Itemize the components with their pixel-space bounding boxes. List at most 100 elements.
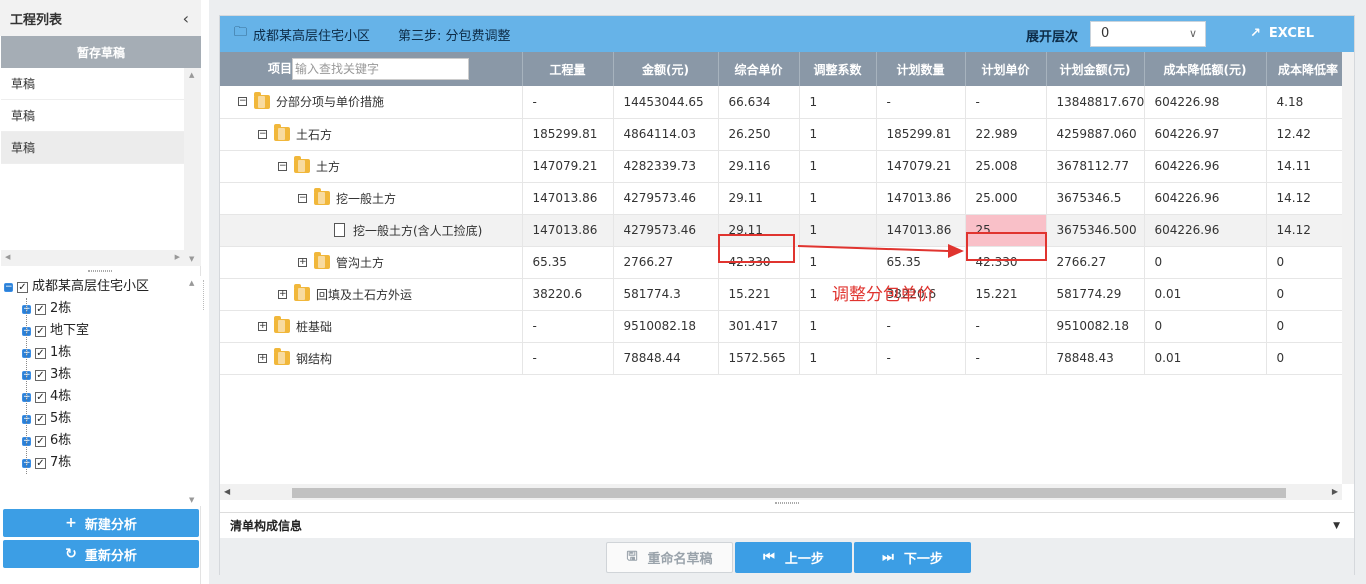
new-analysis-button[interactable]: + 新建分析 — [3, 509, 199, 537]
tree-node[interactable]: + ✓ 4栋 — [4, 386, 184, 408]
scroll-down-icon[interactable]: ▼ — [189, 255, 194, 263]
tree-node[interactable]: + ✓ 6栋 — [4, 430, 184, 452]
checkbox-checked-icon[interactable]: ✓ — [35, 391, 46, 403]
reanalyze-button[interactable]: ↻ 重新分析 — [3, 540, 199, 568]
cell-plan-price[interactable]: 15.221 — [965, 278, 1047, 311]
cell-coef[interactable]: 1 — [799, 86, 877, 119]
cell-unit-price[interactable]: 1572.565 — [718, 342, 800, 375]
export-excel-button[interactable]: ↗ EXCEL — [1250, 26, 1314, 41]
cell-item[interactable]: − 挖一般土方 — [220, 182, 523, 215]
column-header[interactable]: 计划数量 — [876, 52, 966, 86]
draft-item[interactable]: 草稿 — [1, 132, 184, 164]
tree-node[interactable]: + ✓ 地下室 — [4, 320, 184, 342]
cell-unit-price[interactable]: 26.250 — [718, 118, 800, 151]
column-header[interactable]: 工程量 — [522, 52, 614, 86]
caret-down-icon[interactable]: ▼ — [1333, 521, 1340, 531]
cell-item[interactable]: − 分部分项与单价措施 — [220, 86, 523, 119]
expand-icon[interactable]: + — [258, 353, 267, 363]
expand-level-select[interactable]: 0 ∨ — [1090, 21, 1206, 47]
cell-plan-price[interactable]: 25.008 — [965, 150, 1047, 183]
table-row[interactable]: − 土方 147079.21 4282339.73 29.116 1 147079.21 25… — [220, 150, 1342, 183]
collapse-icon[interactable]: − — [238, 97, 247, 107]
cell-plan-price[interactable]: - — [965, 86, 1047, 119]
cell-plan-price[interactable]: - — [965, 310, 1047, 343]
cell-unit-price[interactable]: 15.221 — [718, 278, 800, 311]
checkbox-checked-icon[interactable]: ✓ — [35, 435, 46, 447]
tree-node[interactable]: + ✓ 1栋 — [4, 342, 184, 364]
tree-node[interactable]: + ✓ 5栋 — [4, 408, 184, 430]
table-row[interactable]: − 挖一般土方 147013.86 4279573.46 29.11 1 147013.86… — [220, 182, 1342, 215]
cell-plan-price[interactable]: 22.989 — [965, 118, 1047, 151]
cell-unit-price[interactable]: 29.116 — [718, 150, 800, 183]
column-header[interactable]: 计划金额(元) — [1046, 52, 1145, 86]
rename-draft-button[interactable]: 🖫 重命名草稿 — [606, 542, 733, 573]
column-header[interactable]: 成本降低率 — [1266, 52, 1342, 86]
cell-item[interactable]: − 土方 — [220, 150, 523, 183]
cell-unit-price[interactable]: 301.417 — [718, 310, 800, 343]
table-row[interactable]: + 钢结构 -78848.44 1572.565 1- -78848.43 0.01 0 — [220, 342, 1342, 375]
cell-plan-price[interactable]: 25.000 — [965, 182, 1047, 215]
cell-coef[interactable]: 1 — [799, 182, 877, 215]
vertical-splitter[interactable] — [203, 280, 207, 310]
column-header[interactable]: 计划单价 — [965, 52, 1047, 86]
cell-coef[interactable]: 1 — [799, 310, 877, 343]
cell-item[interactable]: + 钢结构 — [220, 342, 523, 375]
table-row[interactable]: + 桩基础 -9510082.18 301.417 1- -9510082.18 0 0 — [220, 310, 1342, 343]
column-header[interactable]: 成本降低额(元) — [1144, 52, 1267, 86]
table-row[interactable]: − 土石方 185299.81 4864114.03 26.250 1 185299.81 2… — [220, 118, 1342, 151]
cell-item[interactable]: + 桩基础 — [220, 310, 523, 343]
column-header[interactable]: 金额(元) — [613, 52, 719, 86]
detail-panel-header[interactable]: 清单构成信息 ▼ — [220, 512, 1354, 538]
checkbox-checked-icon[interactable]: ✓ — [35, 457, 46, 469]
collapse-icon[interactable]: − — [258, 129, 267, 139]
cell-coef[interactable]: 1 — [799, 118, 877, 151]
checkbox-checked-icon[interactable]: ✓ — [35, 325, 46, 337]
scroll-up-icon[interactable]: ▲ — [189, 279, 194, 287]
table-horizontal-scrollbar[interactable]: ◀ ▶ — [220, 484, 1342, 500]
checkbox-checked-icon[interactable]: ✓ — [35, 303, 46, 315]
cell-coef[interactable]: 1 — [799, 342, 877, 375]
tree-node-root[interactable]: − ✓ 成都某高层住宅小区 — [4, 276, 184, 298]
checkbox-checked-icon[interactable]: ✓ — [35, 413, 46, 425]
cell-item[interactable]: + 管沟土方 — [220, 246, 523, 279]
collapse-icon[interactable]: − — [278, 161, 287, 171]
tree-node[interactable]: + ✓ 3栋 — [4, 364, 184, 386]
next-step-button[interactable]: ⏭ 下一步 — [854, 542, 971, 573]
panel-resize-grip[interactable] — [88, 270, 112, 272]
expand-icon[interactable]: + — [278, 289, 287, 299]
collapse-icon[interactable]: − — [298, 193, 307, 203]
scroll-right-icon[interactable]: ▶ — [175, 253, 180, 261]
previous-step-button[interactable]: ⏮ 上一步 — [735, 542, 852, 573]
cell-coef[interactable]: 1 — [799, 150, 877, 183]
table-row[interactable]: − 分部分项与单价措施 -14453044.65 66.634 1- -13848817.… — [220, 86, 1342, 119]
scroll-down-icon[interactable]: ▼ — [189, 496, 194, 504]
panel-resize-grip[interactable] — [775, 502, 799, 504]
scroll-up-icon[interactable]: ▲ — [189, 71, 194, 79]
search-input[interactable] — [292, 58, 470, 80]
checkbox-checked-icon[interactable]: ✓ — [17, 281, 28, 293]
scroll-left-icon[interactable]: ◀ — [5, 253, 10, 261]
chevron-left-icon[interactable]: ‹ — [183, 9, 189, 28]
scroll-right-icon[interactable]: ▶ — [1332, 487, 1338, 496]
expand-icon[interactable]: + — [298, 257, 307, 267]
draft-item[interactable]: 草稿 — [1, 68, 184, 100]
draft-list-vertical-scrollbar[interactable]: ▲ ▼ — [184, 68, 201, 266]
tree-node[interactable]: + ✓ 2栋 — [4, 298, 184, 320]
checkbox-checked-icon[interactable]: ✓ — [35, 347, 46, 359]
cell-item[interactable]: + 回填及土石方外运 — [220, 278, 523, 311]
table-vertical-scrollbar[interactable] — [1342, 52, 1354, 484]
column-header[interactable]: 调整系数 — [799, 52, 877, 86]
cell-item[interactable]: 挖一般土方(含人工捡底) — [220, 214, 523, 247]
draft-item[interactable]: 草稿 — [1, 100, 184, 132]
draft-list-horizontal-scrollbar[interactable]: ◀ ▶ — [1, 250, 184, 266]
cell-item[interactable]: − 土石方 — [220, 118, 523, 151]
cell-plan-price[interactable]: - — [965, 342, 1047, 375]
tree-node[interactable]: + ✓ 7栋 — [4, 452, 184, 474]
expand-icon[interactable]: + — [258, 321, 267, 331]
column-header[interactable]: 综合单价 — [718, 52, 800, 86]
scrollbar-thumb[interactable] — [292, 488, 1286, 498]
checkbox-checked-icon[interactable]: ✓ — [35, 369, 46, 381]
cell-unit-price[interactable]: 66.634 — [718, 86, 800, 119]
cell-unit-price[interactable]: 29.11 — [718, 182, 800, 215]
scroll-left-icon[interactable]: ◀ — [224, 487, 230, 496]
